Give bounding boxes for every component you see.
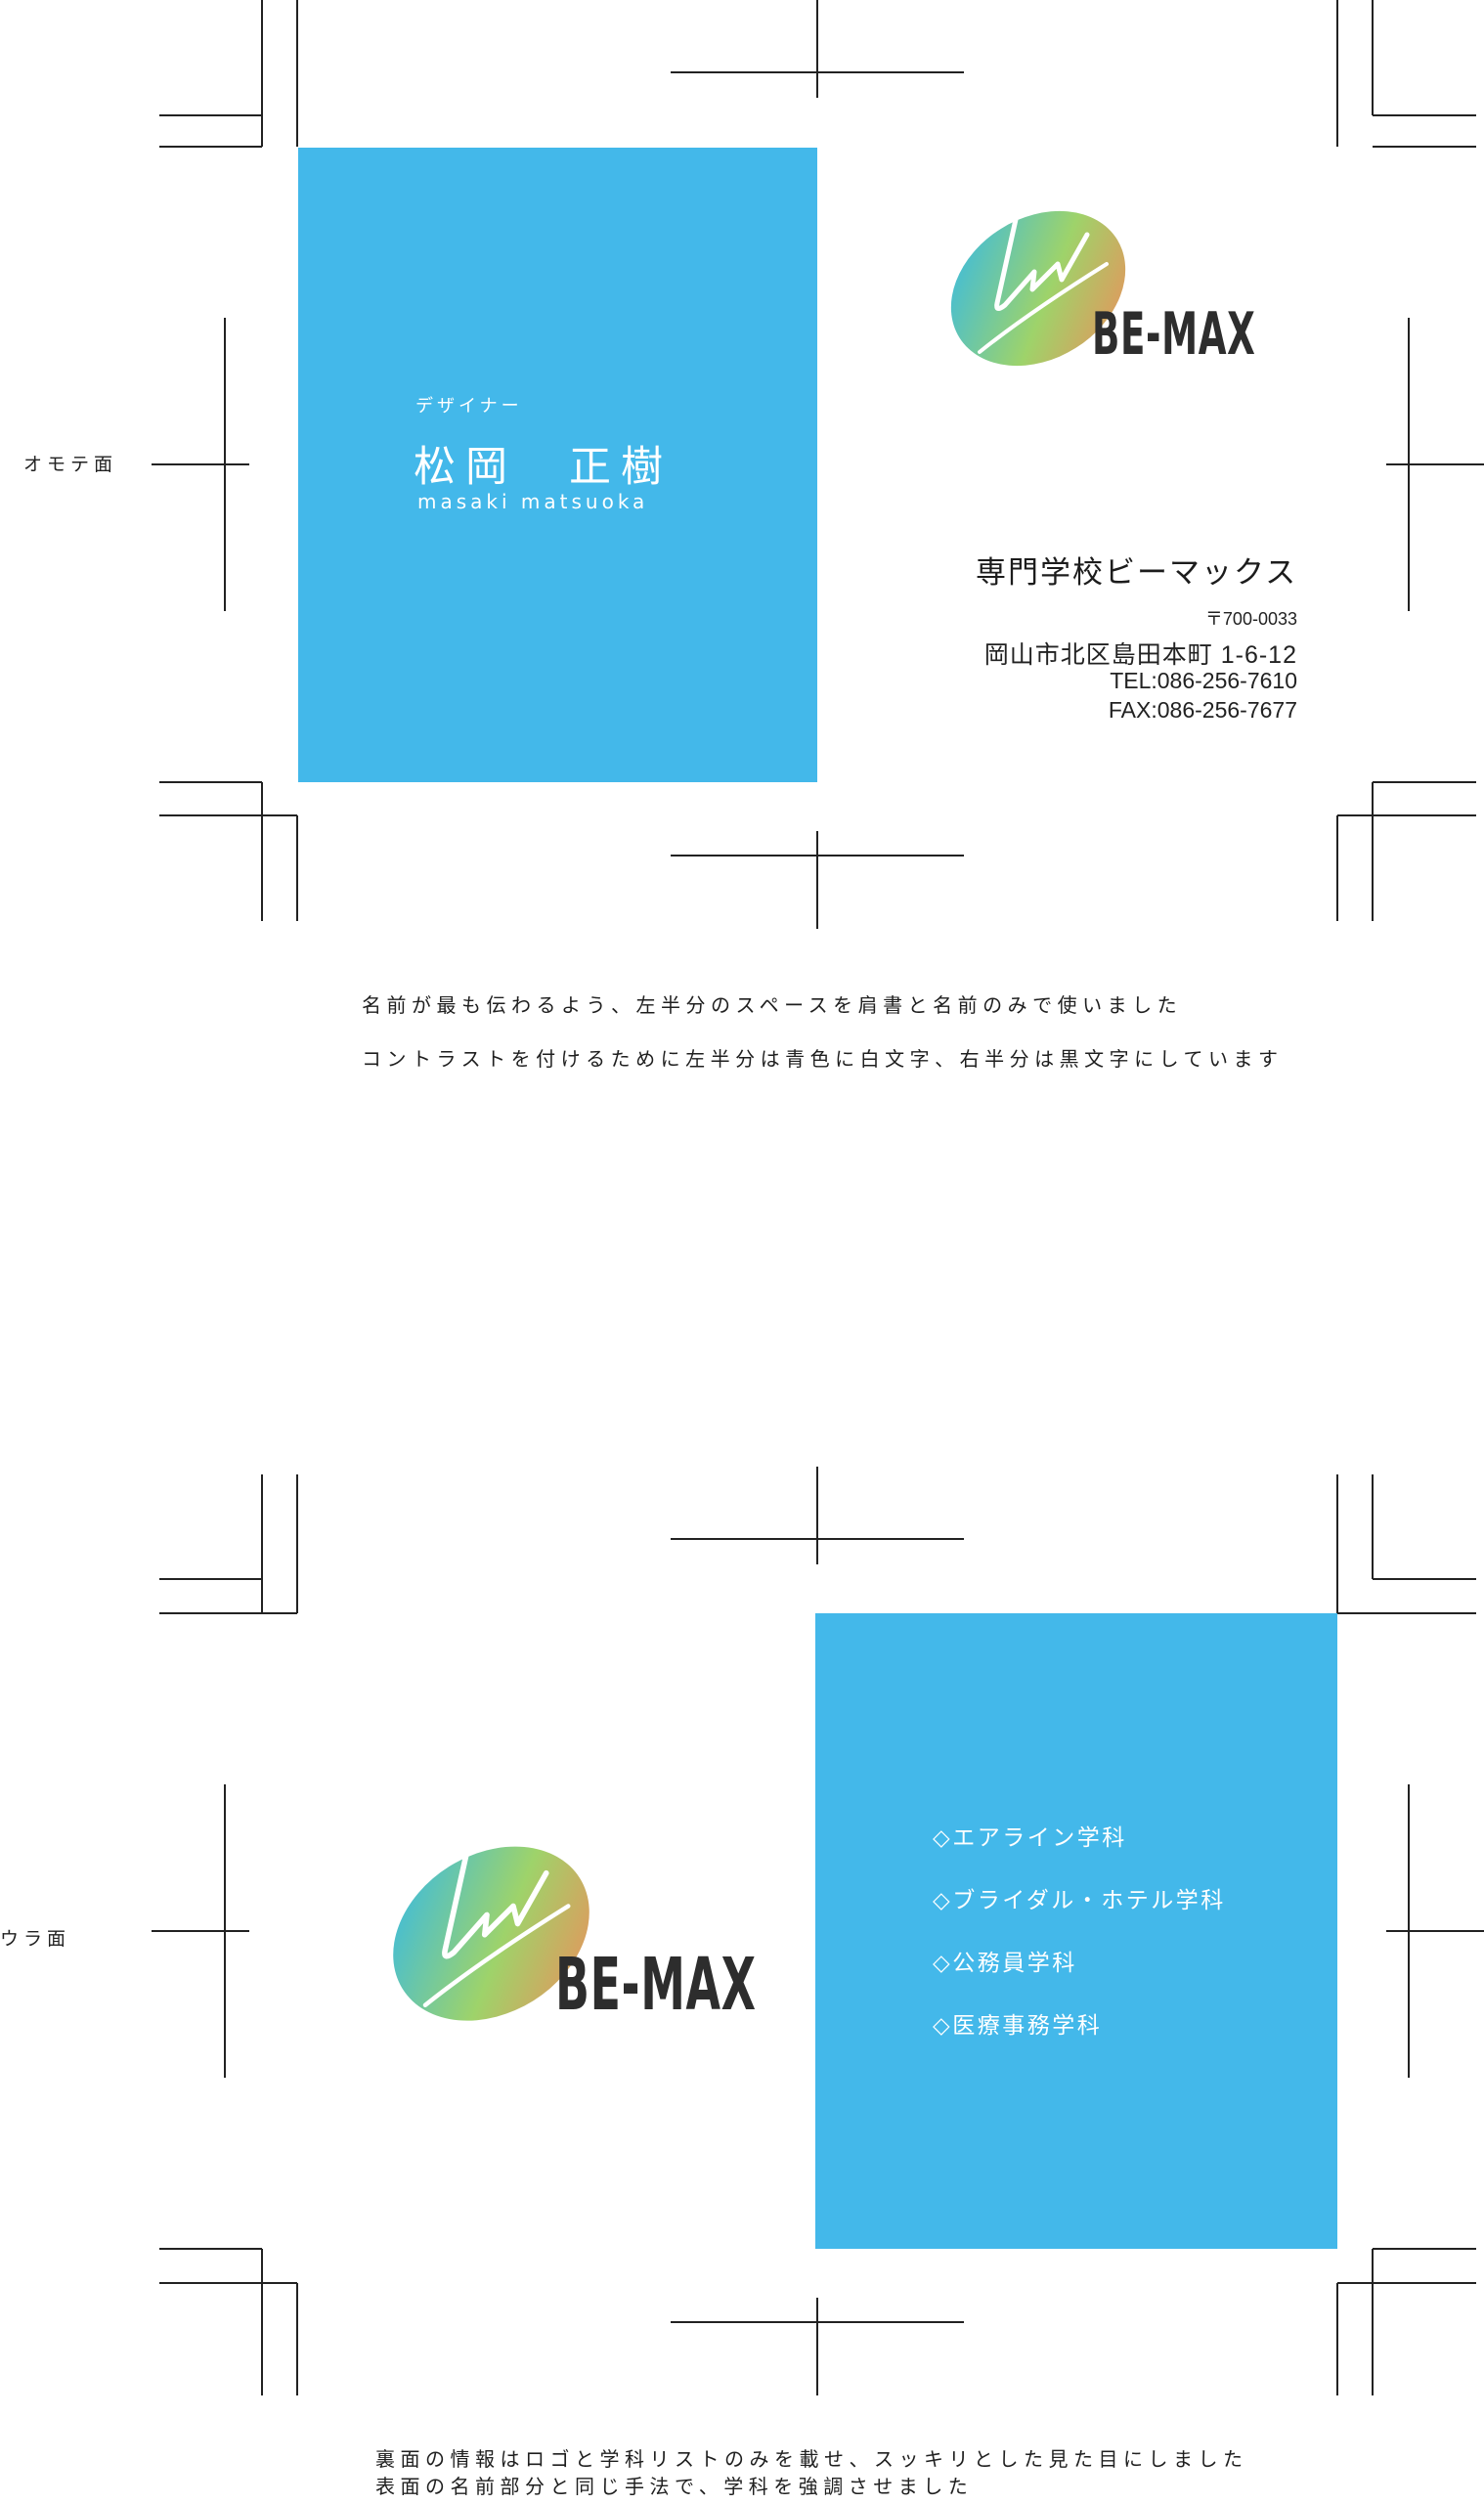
front-note-2: コントラストを付けるために左半分は青色に白文字、右半分は黒文字にしています [362,1047,1284,1071]
department-item: ◇医療事務学科 [933,2013,1103,2039]
bemax-logo-back: BE-MAX [381,1821,756,2036]
back-blue-panel: ◇エアライン学科 ◇ブライダル・ホテル学科 ◇公務員学科 ◇医療事務学科 [815,1613,1337,2249]
back-note-1: 裏面の情報はロゴと学科リストのみを載せ、スッキリとした見た目にしました [375,2447,1248,2471]
person-name-romaji: masaki matsuoka [417,490,649,513]
address: 岡山市北区島田本町 1-6-12 [983,641,1297,669]
department-item: ◇ブライダル・ホテル学科 [933,1888,1226,1913]
job-title: デザイナー [415,396,523,417]
person-name: 松岡 正樹 [414,443,673,492]
fax-number: FAX:086-256-7677 [1108,697,1297,723]
bemax-logo-text: BE-MAX [1092,300,1256,369]
front-blue-panel: デザイナー 松岡 正樹 masaki matsuoka [298,148,817,782]
school-name: 専門学校ビーマックス [976,555,1298,591]
department-item: ◇エアライン学科 [933,1825,1127,1851]
postal-code: 〒700-0033 [1204,609,1297,629]
back-side-label: ウラ面 [0,1928,71,1950]
back-note-2: 表面の名前部分と同じ手法で、学科を強調させました [375,2475,974,2498]
department-item: ◇公務員学科 [933,1951,1077,1976]
phone-number: TEL:086-256-7610 [1110,668,1297,693]
front-note-1: 名前が最も伝わるよう、左半分のスペースを肩書と名前のみで使いました [362,993,1183,1017]
bemax-logo-text-back: BE-MAX [555,1943,757,2027]
bemax-logo: BE-MAX [940,196,1256,372]
front-side-label: オモテ面 [23,454,118,475]
